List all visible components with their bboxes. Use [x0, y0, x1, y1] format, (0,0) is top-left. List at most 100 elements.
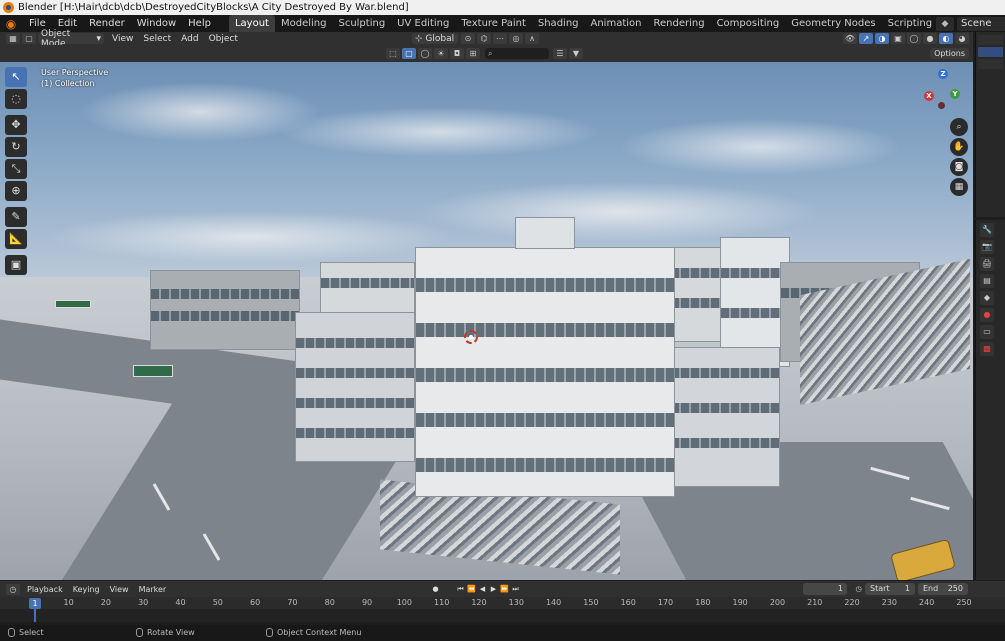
menu-render[interactable]: Render: [83, 18, 131, 29]
menu-object[interactable]: Object: [204, 34, 243, 44]
cursor-tool-icon[interactable]: ◌: [5, 89, 27, 109]
gizmo-z-axis[interactable]: Z: [938, 69, 948, 79]
3d-viewport[interactable]: User Perspective (1) Collection Z Y X ⌕ …: [0, 62, 973, 580]
timeline-area[interactable]: 1 10 20 30 40 50 60 70 80 90 100 110 120 130 140 150 160…: [0, 597, 1005, 622]
scene-icon[interactable]: ◆: [936, 16, 954, 31]
measure-tool-icon[interactable]: 📐: [5, 229, 27, 249]
editor-type-icon[interactable]: ▦: [6, 33, 20, 44]
tab-scripting[interactable]: Scripting: [882, 15, 938, 32]
menu-playback[interactable]: Playback: [22, 585, 68, 594]
next-key-icon[interactable]: ⏩: [499, 583, 510, 595]
overlay-icon[interactable]: ◑: [875, 33, 889, 44]
menu-view[interactable]: View: [107, 34, 138, 44]
mesh-filter-icon[interactable]: ▢: [402, 48, 416, 59]
tab-compositing[interactable]: Compositing: [711, 15, 786, 32]
gizmo-icon[interactable]: ↗: [859, 33, 873, 44]
menu-marker[interactable]: Marker: [134, 585, 172, 594]
material-shading-icon[interactable]: ◐: [939, 33, 953, 44]
world-properties-icon[interactable]: ●: [980, 308, 994, 322]
tab-modeling[interactable]: Modeling: [275, 15, 333, 32]
gizmo-y-axis[interactable]: Y: [950, 89, 960, 99]
pivot-icon[interactable]: ⊙: [461, 33, 475, 44]
current-frame-field[interactable]: 1: [803, 583, 847, 595]
menu-keying[interactable]: Keying: [68, 585, 105, 594]
visibility-icon[interactable]: 👁: [843, 33, 857, 44]
playhead-frame[interactable]: 1: [29, 598, 41, 609]
texture-properties-icon[interactable]: ▩: [980, 342, 994, 356]
empty-filter-icon[interactable]: ⊞: [466, 48, 480, 59]
play-reverse-icon[interactable]: ◀: [477, 583, 488, 595]
filter-icon[interactable]: ▼: [569, 48, 583, 59]
tab-geometry-nodes[interactable]: Geometry Nodes: [785, 15, 881, 32]
jump-end-icon[interactable]: ⏭: [510, 583, 521, 595]
outliner-row[interactable]: [978, 47, 1003, 57]
select-mode-icon[interactable]: ▢: [22, 33, 36, 44]
outliner-panel[interactable]: [975, 32, 1005, 217]
scale-tool-icon[interactable]: ⤡: [5, 159, 27, 179]
wireframe-shading-icon[interactable]: ◯: [907, 33, 921, 44]
tab-layout[interactable]: Layout: [228, 15, 275, 32]
falloff-icon[interactable]: ∧: [525, 33, 539, 44]
menu-help[interactable]: Help: [182, 18, 217, 29]
3d-cursor-icon[interactable]: [464, 330, 478, 344]
move-tool-icon[interactable]: ✥: [5, 115, 27, 135]
gizmo-x-axis[interactable]: X: [924, 91, 934, 101]
annotate-tool-icon[interactable]: ✎: [5, 207, 27, 227]
camera-filter-icon[interactable]: ◘: [450, 48, 464, 59]
solid-shading-icon[interactable]: ●: [923, 33, 937, 44]
collection-properties-icon[interactable]: ▭: [980, 325, 994, 339]
curve-filter-icon[interactable]: ◯: [418, 48, 432, 59]
menu-window[interactable]: Window: [131, 18, 182, 29]
menu-add[interactable]: Add: [176, 34, 203, 44]
sort-icon[interactable]: ☰: [553, 48, 567, 59]
navigation-gizmo[interactable]: Z Y X: [918, 67, 968, 117]
tab-rendering[interactable]: Rendering: [647, 15, 710, 32]
menu-timeline-view[interactable]: View: [105, 585, 134, 594]
add-cube-tool-icon[interactable]: ▣: [5, 255, 27, 275]
tab-texture-paint[interactable]: Texture Paint: [455, 15, 532, 32]
transform-orientation-dropdown[interactable]: ⊹ Global: [412, 33, 458, 44]
options-dropdown[interactable]: Options: [930, 48, 969, 59]
pan-hand-icon[interactable]: ✋: [950, 138, 968, 156]
search-input[interactable]: ⌕: [485, 48, 549, 59]
scene-name[interactable]: Scene: [957, 16, 1005, 31]
ortho-grid-icon[interactable]: ▦: [950, 178, 968, 196]
output-properties-icon[interactable]: 🖨: [980, 257, 994, 271]
tool-properties-icon[interactable]: 🔧: [980, 223, 994, 237]
clock-icon[interactable]: ◷: [853, 583, 864, 595]
tab-sculpting[interactable]: Sculpting: [332, 15, 391, 32]
light-filter-icon[interactable]: ☀: [434, 48, 448, 59]
select-box-icon[interactable]: ⬚: [386, 48, 400, 59]
snap-icon[interactable]: ⌬: [477, 33, 491, 44]
blender-menu-icon[interactable]: ◉: [4, 17, 18, 31]
view-layer-icon[interactable]: ▤: [980, 274, 994, 288]
timeline-editor-icon[interactable]: ◷: [6, 583, 20, 595]
play-icon[interactable]: ▶: [488, 583, 499, 595]
tab-uv-editing[interactable]: UV Editing: [391, 15, 455, 32]
rendered-shading-icon[interactable]: ◕: [955, 33, 969, 44]
scene-properties-icon[interactable]: ◆: [980, 291, 994, 305]
camera-view-icon[interactable]: ◙: [950, 158, 968, 176]
proportional-edit-icon[interactable]: ◎: [509, 33, 523, 44]
menu-edit[interactable]: Edit: [52, 18, 83, 29]
menu-file[interactable]: File: [23, 18, 52, 29]
start-frame-field[interactable]: Start 1: [865, 583, 915, 595]
record-icon[interactable]: ●: [430, 583, 441, 595]
snap-target-icon[interactable]: ⋯: [493, 33, 507, 44]
select-box-tool-icon[interactable]: ↖: [5, 67, 27, 87]
gizmo-neg-x[interactable]: [938, 102, 945, 109]
prev-key-icon[interactable]: ⏪: [466, 583, 477, 595]
tab-shading[interactable]: Shading: [532, 15, 585, 32]
render-properties-icon[interactable]: 📷: [980, 240, 994, 254]
menu-select[interactable]: Select: [138, 34, 176, 44]
end-frame-field[interactable]: End 250: [918, 583, 968, 595]
outliner-row[interactable]: [978, 59, 1003, 69]
xray-icon[interactable]: ▣: [891, 33, 905, 44]
tab-animation[interactable]: Animation: [585, 15, 648, 32]
zoom-icon[interactable]: ⌕: [950, 118, 968, 136]
jump-start-icon[interactable]: ⏮: [455, 583, 466, 595]
transform-tool-icon[interactable]: ⊕: [5, 181, 27, 201]
object-mode-dropdown[interactable]: Object Mode ▾: [38, 29, 104, 49]
rotate-tool-icon[interactable]: ↻: [5, 137, 27, 157]
frame-ruler[interactable]: 1 10 20 30 40 50 60 70 80 90 100 110 120 130 140 150 160…: [0, 597, 1005, 609]
